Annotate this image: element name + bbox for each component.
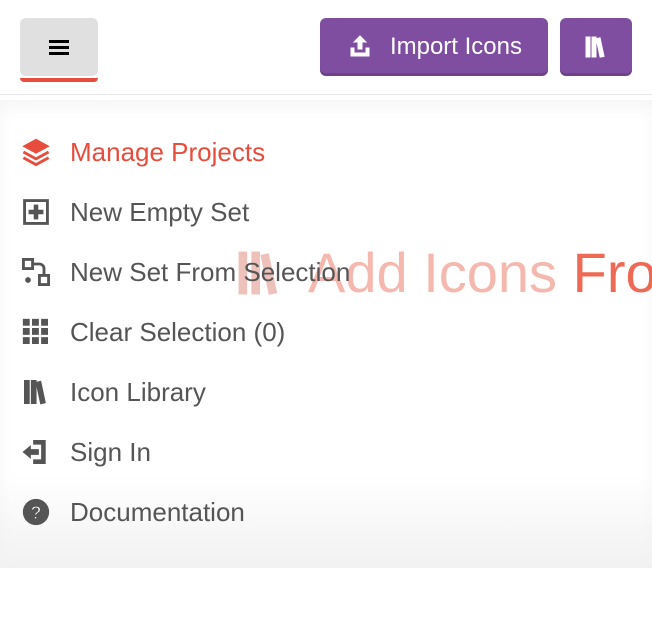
menu-clear-selection[interactable]: Clear Selection (0) bbox=[0, 302, 652, 362]
hamburger-button[interactable] bbox=[20, 18, 98, 76]
menu-documentation[interactable]: Documentation bbox=[0, 482, 652, 542]
menu-item-label: Documentation bbox=[70, 497, 245, 528]
grid-icon bbox=[20, 316, 52, 348]
menu-icon bbox=[45, 33, 73, 61]
signin-icon bbox=[20, 436, 52, 468]
upload-icon bbox=[346, 33, 374, 61]
menu-item-label: Manage Projects bbox=[70, 137, 265, 168]
menu-sign-in[interactable]: Sign In bbox=[0, 422, 652, 482]
menu-item-label: Sign In bbox=[70, 437, 151, 468]
icon-library-button[interactable] bbox=[560, 18, 632, 76]
plus-box-icon bbox=[20, 196, 52, 228]
menu-manage-projects[interactable]: Manage Projects bbox=[0, 122, 652, 182]
menu-new-empty-set[interactable]: New Empty Set bbox=[0, 182, 652, 242]
toolbar: Import Icons bbox=[0, 0, 652, 95]
import-icons-label: Import Icons bbox=[390, 33, 522, 61]
books-icon bbox=[20, 376, 52, 408]
menu-item-label: New Set From Selection bbox=[70, 257, 350, 288]
flow-icon bbox=[20, 256, 52, 288]
import-icons-button[interactable]: Import Icons bbox=[320, 18, 548, 76]
help-icon bbox=[20, 496, 52, 528]
layers-icon bbox=[20, 136, 52, 168]
menu-icon-library[interactable]: Icon Library bbox=[0, 362, 652, 422]
menu-item-label: Icon Library bbox=[70, 377, 206, 408]
menu-new-set-from-selection[interactable]: New Set From Selection bbox=[0, 242, 652, 302]
hamburger-menu: Manage Projects New Empty Set New Set Fr… bbox=[0, 100, 652, 568]
menu-item-label: Clear Selection (0) bbox=[70, 317, 285, 348]
books-icon bbox=[582, 33, 610, 61]
menu-item-label: New Empty Set bbox=[70, 197, 249, 228]
